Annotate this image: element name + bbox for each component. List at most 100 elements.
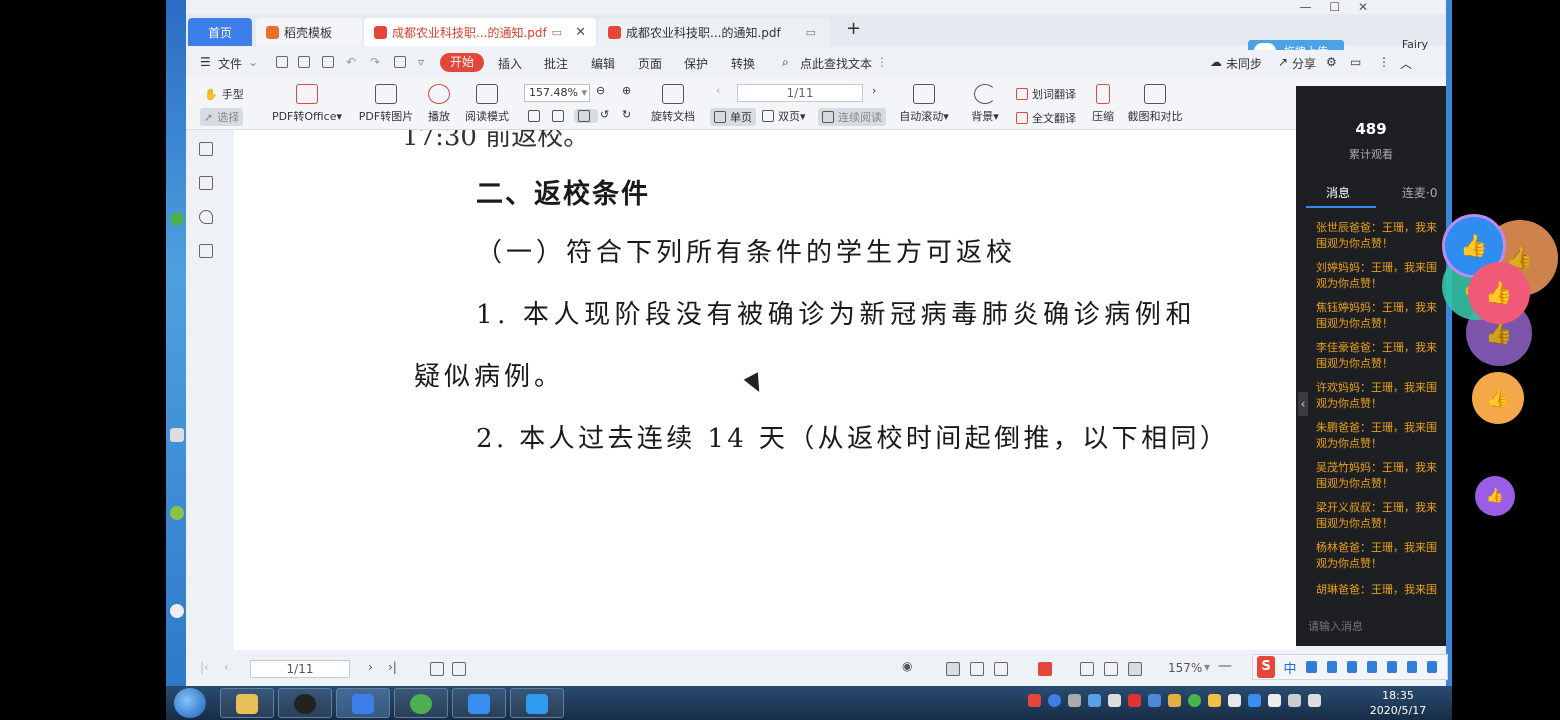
taskbar-qq[interactable] — [278, 688, 332, 718]
menu-edit[interactable]: 编辑 — [591, 55, 615, 72]
undo-icon[interactable]: ↶ — [346, 55, 356, 69]
menu-convert[interactable]: 转换 — [731, 55, 755, 72]
single-view-icon[interactable] — [946, 662, 960, 676]
user-icon[interactable] — [1386, 661, 1397, 673]
taskbar-feishu[interactable] — [452, 688, 506, 718]
rotate-left-icon[interactable]: ↺ — [600, 108, 609, 121]
menu-annotate[interactable]: 批注 — [544, 55, 568, 72]
start-button[interactable] — [174, 688, 206, 718]
tab-messages[interactable]: 消息 — [1326, 184, 1350, 201]
hamburger-icon[interactable]: ☰ — [200, 55, 211, 69]
tab-mic[interactable]: 连麦·0 — [1402, 184, 1437, 201]
outline-icon[interactable] — [199, 142, 213, 156]
book-view-icon[interactable] — [994, 662, 1008, 676]
tab-template[interactable]: 稻壳模板 — [256, 18, 362, 46]
cloud-sync-icon[interactable]: ☁ — [1210, 55, 1222, 69]
signal-icon[interactable] — [1288, 694, 1301, 707]
status-page-input[interactable]: 1/11 — [250, 660, 350, 678]
app-tray-icon[interactable] — [1268, 694, 1281, 707]
desktop-icon[interactable] — [170, 506, 184, 520]
app-tray-icon[interactable] — [1108, 694, 1121, 707]
read-mode-button[interactable]: 阅读模式 — [462, 84, 512, 124]
taskbar-wps[interactable] — [336, 688, 390, 718]
pdf-to-image-button[interactable]: PDF转图片 — [356, 84, 416, 124]
rotate-document-button[interactable]: 旋转文档 — [648, 84, 698, 124]
comment-icon[interactable]: ▭ — [1350, 55, 1361, 69]
clock[interactable]: 18:35 2020/5/17 — [1362, 688, 1434, 718]
tab-pdf-second[interactable]: 成都农业科技职...的通知.pdf ▭ — [598, 18, 830, 46]
prev-page-icon[interactable]: ‹ — [224, 660, 229, 674]
message-input[interactable]: 请输入消息 — [1308, 618, 1363, 634]
like-button-icon[interactable]: 👍 — [1475, 476, 1515, 516]
desktop-icon[interactable] — [170, 604, 184, 618]
fit-width-icon[interactable] — [1128, 662, 1142, 676]
menu-page[interactable]: 页面 — [638, 55, 662, 72]
mic-icon[interactable] — [1346, 661, 1357, 673]
document-page[interactable]: 17:30 前返校。 二、返校条件 （一）符合下列所有条件的学生方可返校 1. … — [234, 130, 1296, 650]
pin-icon[interactable]: ▭ — [552, 26, 562, 39]
network-app-icon[interactable] — [1088, 694, 1101, 707]
close-window-icon[interactable]: ✕ — [1358, 0, 1368, 14]
eye-icon[interactable]: ◉ — [902, 659, 912, 673]
menu-protect[interactable]: 保护 — [684, 55, 708, 72]
taskbar-live[interactable] — [510, 688, 564, 718]
word-translate-button[interactable]: 划词翻译 — [1016, 86, 1076, 102]
next-page-icon[interactable]: › — [368, 660, 373, 674]
search-text-field[interactable]: 点此查找文本 — [800, 55, 872, 72]
export-page-icon[interactable] — [452, 662, 466, 676]
compress-button[interactable]: 压缩 — [1090, 84, 1116, 124]
add-page-icon[interactable] — [430, 662, 444, 676]
select-tool[interactable]: ➚ 选择 — [200, 108, 244, 126]
collapse-panel-icon[interactable]: ‹ — [1298, 392, 1308, 416]
export-icon[interactable] — [394, 56, 406, 68]
settings-icon[interactable]: ⚙ — [1326, 55, 1337, 69]
page-number-input[interactable]: 1/11 — [737, 84, 863, 102]
desktop-icon[interactable] — [170, 212, 184, 226]
zoom-in-icon[interactable]: ⊕ — [622, 84, 631, 97]
play-button[interactable]: 播放 — [424, 84, 454, 124]
ime-lang[interactable]: 中 — [1283, 658, 1296, 677]
collapse-ribbon-icon[interactable]: ︿ — [1400, 55, 1412, 72]
share-button[interactable]: 分享 — [1292, 55, 1316, 72]
print-icon[interactable] — [322, 56, 334, 68]
new-tab-button[interactable]: + — [846, 18, 861, 39]
actual-size-icon[interactable] — [1080, 662, 1094, 676]
more-vert-icon[interactable]: ⋮ — [1378, 55, 1390, 69]
maximize-icon[interactable]: ☐ — [1329, 0, 1340, 14]
sync-status[interactable]: 未同步 — [1226, 55, 1262, 72]
annotation-icon[interactable] — [199, 210, 213, 224]
wechat-icon[interactable] — [1188, 694, 1201, 707]
actual-size-icon[interactable] — [528, 110, 544, 122]
pdf-tray-icon[interactable] — [1128, 694, 1141, 707]
status-zoom[interactable]: 157% — [1168, 661, 1202, 675]
fit-page-icon[interactable] — [552, 110, 568, 122]
punct-icon[interactable] — [1326, 661, 1337, 673]
taskbar-explorer[interactable] — [220, 688, 274, 718]
pin-icon[interactable]: ▭ — [806, 26, 816, 39]
zoom-select[interactable]: 157.48% ▾ — [524, 84, 590, 102]
taskbar-browser[interactable] — [394, 688, 448, 718]
shirt-icon[interactable] — [1406, 661, 1417, 673]
tools-icon[interactable] — [1426, 661, 1438, 673]
close-icon[interactable]: ✕ — [575, 25, 586, 40]
usb-icon[interactable] — [1068, 694, 1081, 707]
menu-start[interactable]: 开始 — [440, 53, 484, 72]
help-icon[interactable] — [1048, 694, 1061, 707]
tab-pdf-active[interactable]: 成都农业科技职...的通知.pdf ▭ ✕ — [364, 18, 596, 46]
menu-insert[interactable]: 插入 — [498, 55, 522, 72]
share-icon[interactable]: ↗ — [1278, 55, 1288, 69]
more-vert-icon[interactable]: ⋮ — [876, 55, 888, 69]
tab-home[interactable]: 首页 — [188, 18, 252, 46]
zoom-out-icon[interactable]: — — [1218, 658, 1232, 674]
first-page-icon[interactable]: |‹ — [200, 660, 209, 674]
double-page-button[interactable]: 双页 ▾ — [762, 108, 806, 124]
double-view-icon[interactable] — [970, 662, 984, 676]
fit-width-icon[interactable] — [574, 109, 598, 123]
chevron-down-icon[interactable]: ▾ — [1204, 660, 1210, 674]
auto-scroll-button[interactable]: 自动滚动▾ — [894, 84, 954, 124]
next-page-icon[interactable]: › — [872, 84, 876, 97]
fit-page-icon[interactable] — [1104, 662, 1118, 676]
app-tray-icon[interactable] — [1148, 694, 1161, 707]
keyboard-icon[interactable] — [1366, 661, 1377, 673]
minimize-icon[interactable]: — — [1300, 0, 1312, 14]
